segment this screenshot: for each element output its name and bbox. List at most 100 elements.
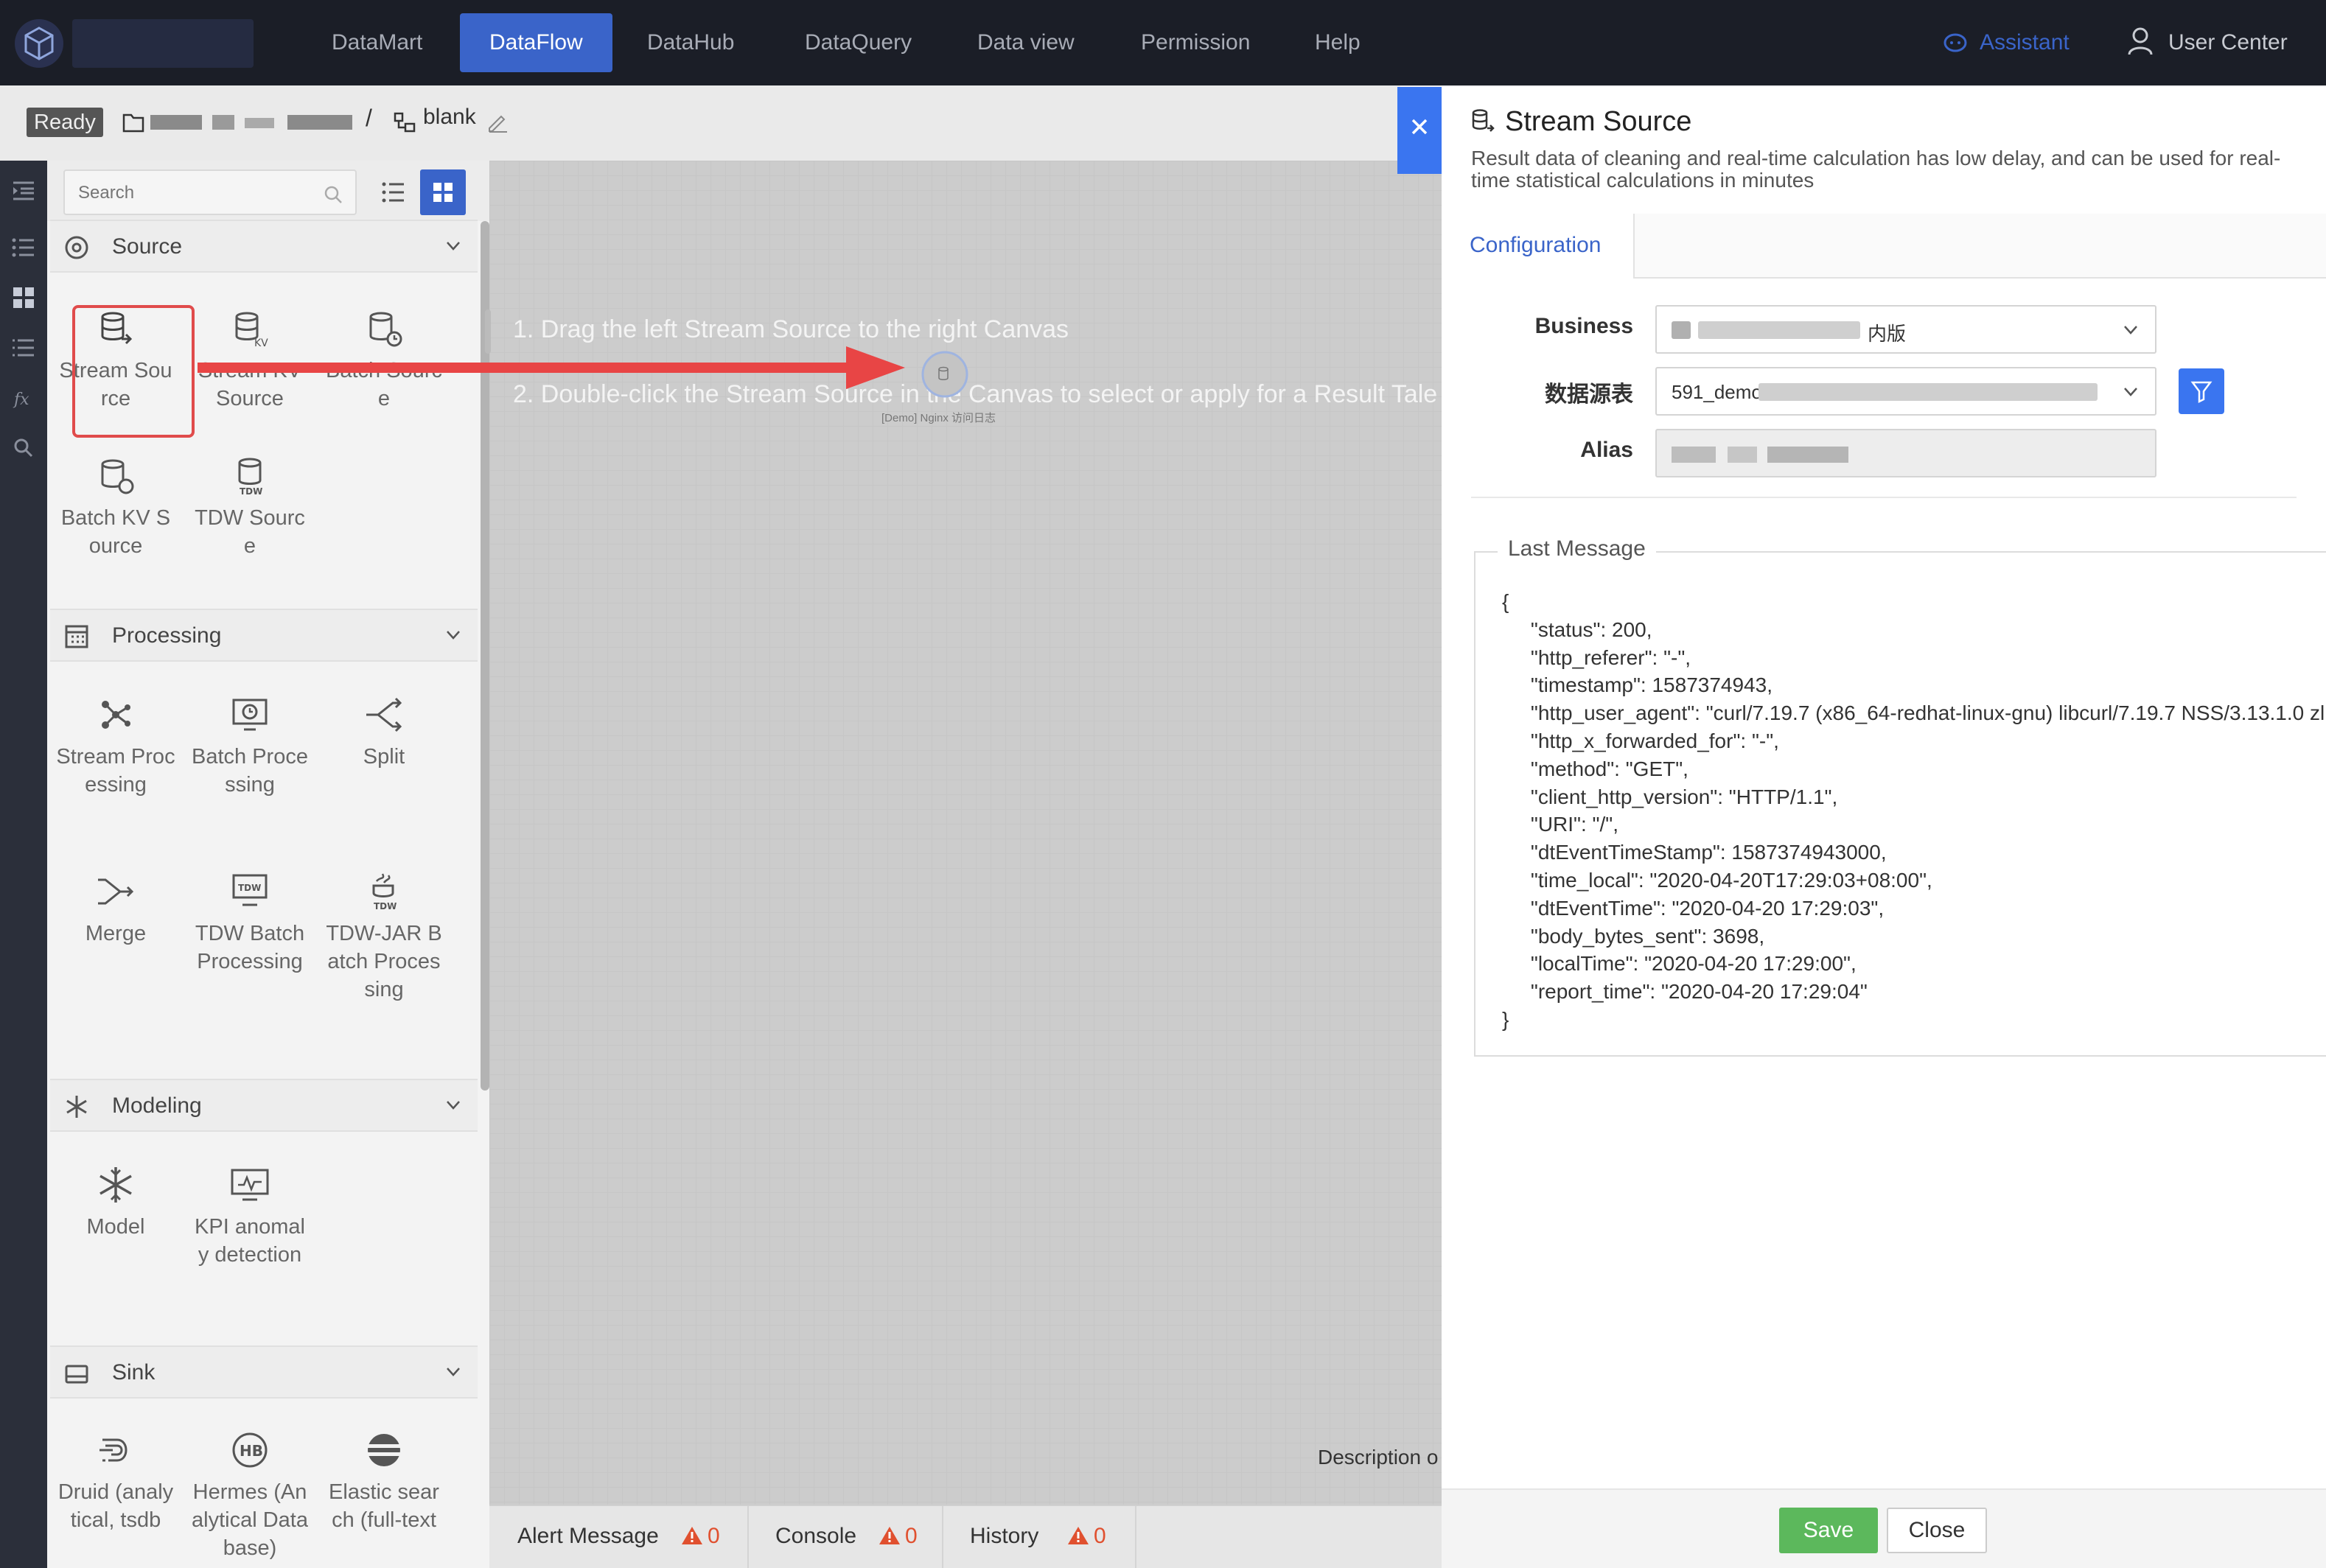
- status-badge: Ready: [27, 108, 103, 137]
- processing-section-icon: [65, 625, 88, 648]
- section-source-label: Source: [112, 234, 183, 259]
- close-button[interactable]: Close: [1887, 1508, 1987, 1553]
- save-button[interactable]: Save: [1779, 1508, 1878, 1553]
- svg-text:fx: fx: [13, 391, 29, 409]
- nav-dataquery[interactable]: DataQuery: [775, 13, 941, 72]
- nav-permission[interactable]: Permission: [1111, 13, 1279, 72]
- chevron-down-icon[interactable]: [445, 240, 461, 252]
- nav-datamart[interactable]: DataMart: [302, 13, 452, 72]
- redacted-text: [1672, 447, 1848, 463]
- tile-split[interactable]: Split: [324, 694, 444, 771]
- nav-data-view[interactable]: Data view: [948, 13, 1104, 72]
- tab-label: History: [970, 1524, 1039, 1548]
- svg-text:HB: HB: [240, 1442, 263, 1460]
- close-icon: [1411, 119, 1428, 135]
- filter-button[interactable]: [2179, 368, 2224, 414]
- tab-alert-message[interactable]: Alert Message 0: [489, 1506, 749, 1568]
- datasource-select-value: 591_demo: [1672, 381, 1762, 403]
- tile-batch-processing[interactable]: Batch Processing: [190, 694, 310, 799]
- batch-kv-source-icon: [101, 459, 134, 494]
- section-modeling-label: Modeling: [112, 1093, 202, 1118]
- flow-name: blank: [423, 105, 476, 129]
- outline-list-icon[interactable]: [10, 335, 37, 361]
- tile-label: Stream Processing: [56, 745, 175, 797]
- chevron-down-icon[interactable]: [445, 1366, 461, 1378]
- grid-view-button[interactable]: [420, 169, 466, 215]
- nav-datahub[interactable]: DataHub: [618, 13, 764, 72]
- section-modeling[interactable]: Modeling: [50, 1079, 478, 1132]
- tile-label: Model: [86, 1215, 145, 1239]
- stream-processing-icon: [102, 701, 130, 729]
- tab-console[interactable]: Console 0: [749, 1506, 943, 1568]
- datasource-select[interactable]: 591_demo: [1655, 367, 2156, 416]
- section-sink[interactable]: Sink: [50, 1345, 478, 1399]
- business-select[interactable]: 内版: [1655, 305, 2156, 354]
- alias-input[interactable]: [1655, 429, 2156, 477]
- tile-label: Batch KV Source: [60, 506, 171, 558]
- tile-batch-kv-source[interactable]: Batch KV Source: [56, 455, 175, 560]
- tile-elasticsearch[interactable]: Elastic search (full-text: [324, 1429, 444, 1534]
- svg-text:TDW: TDW: [374, 901, 397, 911]
- app-logo-icon[interactable]: [13, 18, 65, 69]
- stream-source-node[interactable]: [911, 346, 985, 420]
- last-message-label: Last Message: [1498, 536, 1656, 561]
- project-name-redacted[interactable]: [150, 111, 354, 134]
- tile-kpi-anomaly-detection[interactable]: KPI anomaly detection: [190, 1164, 310, 1269]
- search-icon[interactable]: [323, 184, 343, 205]
- tab-configuration[interactable]: Configuration: [1442, 214, 1635, 279]
- function-icon[interactable]: fx: [10, 385, 37, 411]
- alert-count: 0: [708, 1524, 720, 1548]
- tile-label: Elastic search (full-text: [329, 1480, 439, 1532]
- user-icon[interactable]: [2127, 27, 2154, 56]
- nav-dataflow[interactable]: DataFlow: [460, 13, 612, 72]
- redacted-text: [1759, 383, 2098, 401]
- filter-icon: [2190, 381, 2213, 404]
- section-processing-label: Processing: [112, 623, 222, 648]
- node-config-panel: Stream Source Result data of cleaning an…: [1442, 87, 2326, 1568]
- source-section-icon: [65, 236, 88, 259]
- section-source[interactable]: Source: [50, 220, 478, 273]
- console-count: 0: [905, 1524, 918, 1548]
- tile-tdw-jar-batch-processing[interactable]: TDW TDW-JAR Batch Processing: [324, 871, 444, 1004]
- search-input[interactable]: [78, 178, 314, 208]
- section-processing[interactable]: Processing: [50, 609, 478, 662]
- description-label: Description o: [1318, 1446, 1439, 1469]
- split-icon: [366, 697, 402, 732]
- batch-processing-icon: [232, 699, 268, 731]
- collapse-menu-icon[interactable]: [10, 177, 37, 203]
- merge-icon: [98, 878, 134, 905]
- form-divider: [1471, 497, 2297, 498]
- panel-tabs: Configuration: [1442, 214, 2326, 279]
- task-list-icon[interactable]: [10, 234, 37, 261]
- tile-stream-processing[interactable]: Stream Processing: [56, 694, 175, 799]
- chevron-down-icon[interactable]: [445, 629, 461, 641]
- list-view-button[interactable]: [371, 169, 416, 215]
- nav-help[interactable]: Help: [1285, 13, 1390, 72]
- tile-label: TDW Batch Processing: [195, 922, 305, 973]
- tile-druid[interactable]: Druid (analytical, tsdb: [56, 1429, 175, 1534]
- assistant-icon[interactable]: [1943, 31, 1968, 55]
- search-icon[interactable]: [10, 435, 37, 461]
- top-navigation: DataMart DataFlow DataHub DataQuery Data…: [0, 0, 2326, 85]
- user-center-link[interactable]: User Center: [2168, 13, 2288, 72]
- tile-tdw-source[interactable]: TDW TDW Source: [190, 455, 310, 560]
- tile-label: TDW Source: [195, 506, 305, 558]
- edit-icon[interactable]: [486, 111, 509, 133]
- tile-merge[interactable]: Merge: [56, 871, 175, 948]
- tile-hermes[interactable]: HB Hermes (Analytical Database): [190, 1429, 310, 1562]
- snowflake-icon: [99, 1167, 132, 1203]
- tdw-batch-processing-icon: TDW: [232, 874, 268, 906]
- tile-tdw-batch-processing[interactable]: TDW TDW Batch Processing: [190, 871, 310, 976]
- close-panel-button[interactable]: [1397, 87, 1442, 174]
- elasticsearch-icon: [368, 1434, 400, 1466]
- datasource-label: 数据源表: [1545, 382, 1633, 407]
- druid-icon: [99, 1438, 128, 1462]
- tile-model[interactable]: Model: [56, 1164, 175, 1241]
- assistant-link[interactable]: Assistant: [1980, 13, 2070, 72]
- monitor-chart-icon: [231, 1169, 269, 1201]
- chevron-down-icon[interactable]: [445, 1099, 461, 1111]
- tile-label: Druid (analytical, tsdb: [57, 1480, 174, 1532]
- tab-history[interactable]: History 0: [943, 1506, 1136, 1568]
- components-icon[interactable]: [10, 284, 37, 311]
- stream-source-icon: [1472, 109, 1495, 132]
